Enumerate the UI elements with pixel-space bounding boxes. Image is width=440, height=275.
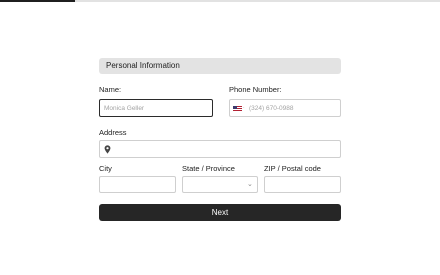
section-title: Personal Information (99, 58, 341, 74)
map-pin-icon (104, 145, 111, 154)
address-field-wrapper (99, 140, 341, 158)
zip-input[interactable] (264, 176, 341, 193)
name-input[interactable] (99, 99, 213, 117)
us-flag-icon (233, 105, 242, 112)
phone-input[interactable] (229, 99, 341, 117)
chevron-down-icon: ⌄ (247, 181, 253, 188)
progress-bar-track (0, 0, 440, 2)
address-input[interactable] (99, 140, 341, 158)
state-label: State / Province (182, 164, 235, 173)
city-input[interactable] (99, 176, 176, 193)
country-selector[interactable] (233, 100, 243, 117)
name-label: Name: (99, 85, 122, 94)
city-label: City (99, 164, 112, 173)
country-chevron-icon: · (243, 105, 245, 111)
phone-label: Phone Number: (229, 85, 282, 94)
address-label: Address (99, 128, 127, 137)
state-select[interactable]: ⌄ (182, 176, 258, 193)
next-button[interactable]: Next (99, 204, 341, 221)
personal-information-form: Personal Information Name: Phone Number:… (99, 58, 341, 221)
zip-label: ZIP / Postal code (264, 164, 321, 173)
progress-bar-fill (0, 0, 75, 2)
